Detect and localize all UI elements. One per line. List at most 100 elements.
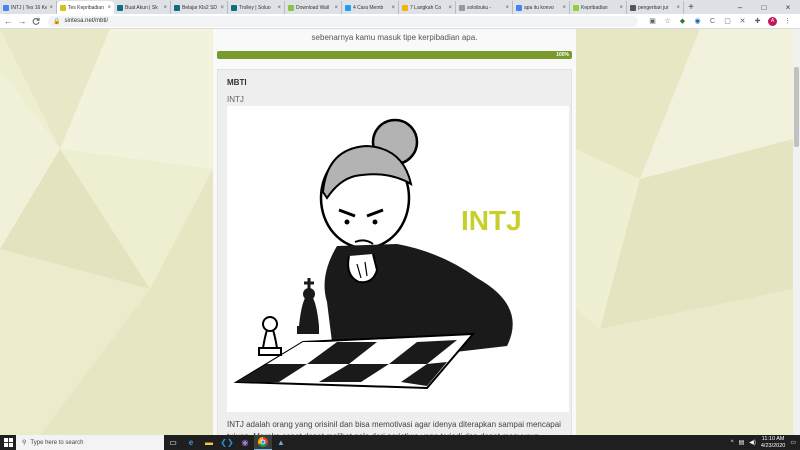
menu-kebab-icon[interactable]: ⋮ (783, 17, 792, 26)
tab-label: 7 Langkah Co (410, 4, 442, 11)
tab-label: pengertian jur (638, 4, 669, 11)
scrollbar-thumb[interactable] (794, 67, 799, 147)
tab-close-icon[interactable]: × (619, 5, 623, 11)
browser-tab[interactable]: Tes Kepribadian × (57, 1, 114, 14)
result-card: MBTI INTJ INTJ INTJ adalah orang yang or… (217, 69, 572, 435)
tab-label: Buat Akun | Sk (125, 4, 158, 11)
photos-icon[interactable]: ▲ (272, 435, 290, 450)
tab-label: 4 Cara Memb (353, 4, 384, 11)
close-window-button[interactable]: × (776, 0, 800, 14)
windows-taskbar: ⚲ Type here to search ▭ e ▬ ❮❯ ◉ ▲ ^ ▤ ◀… (0, 435, 800, 450)
browser-tab[interactable]: Belajar Kls2 SD × (171, 1, 228, 14)
minimize-button[interactable]: – (728, 0, 752, 14)
tab-favicon-icon (288, 4, 294, 11)
back-button[interactable]: ← (2, 14, 14, 28)
tab-label: soloibuku - (467, 4, 492, 11)
extension-c-icon[interactable]: C (708, 17, 717, 26)
tab-favicon-icon (60, 4, 66, 11)
address-bar[interactable]: 🔒 sintesa.net/mbti/ (48, 15, 638, 27)
extension-green-icon[interactable]: ◆ (678, 17, 687, 26)
browser-tab[interactable]: 7 Langkah Co × (399, 1, 456, 14)
clock[interactable]: 11:10 AM 4/23/2020 (761, 436, 785, 450)
tab-label: Download Wall (296, 4, 330, 11)
tab-favicon-icon (231, 4, 237, 11)
extension-x-icon[interactable]: ✕ (738, 17, 747, 26)
app-circle-icon[interactable]: ◉ (236, 435, 254, 450)
tab-close-icon[interactable]: × (505, 5, 509, 11)
extensions-area: ▣ ☆ ◆ ◉ C ▢ ✕ ✚ A ⋮ (648, 16, 792, 26)
notifications-icon[interactable]: ▭ (790, 439, 796, 446)
page-scrollbar[interactable] (793, 29, 800, 435)
clock-time: 11:10 AM (761, 435, 785, 442)
tab-close-icon[interactable]: × (49, 5, 53, 11)
browser-tab[interactable]: Kepribadian × (570, 1, 627, 14)
url-text: sintesa.net/mbti/ (64, 18, 109, 24)
profile-avatar[interactable]: A (768, 16, 777, 26)
type-description: INTJ adalah orang yang orisinil dan bisa… (227, 420, 561, 435)
tab-close-icon[interactable]: × (448, 5, 452, 11)
edge-icon[interactable]: e (182, 435, 200, 450)
tab-close-icon[interactable]: × (334, 5, 338, 11)
search-placeholder: Type here to search (30, 439, 84, 446)
extension-blue-icon[interactable]: ◉ (693, 17, 702, 26)
reload-button[interactable] (30, 14, 42, 28)
chrome-icon[interactable] (254, 435, 272, 450)
clock-date: 4/23/2020 (760, 442, 786, 449)
browser-toolbar: ← → 🔒 sintesa.net/mbti/ ▣ ☆ ◆ ◉ C ▢ ✕ ✚ … (0, 14, 800, 29)
browser-tab[interactable]: Buat Akun | Sk × (114, 1, 171, 14)
tab-close-icon[interactable]: × (163, 5, 167, 11)
browser-tab[interactable]: soloibuku - × (456, 1, 513, 14)
reload-icon (32, 17, 40, 25)
tab-close-icon[interactable]: × (562, 5, 566, 11)
tab-close-icon[interactable]: × (391, 5, 395, 11)
maximize-button[interactable]: □ (752, 0, 776, 14)
browser-tab[interactable]: Download Wall × (285, 1, 342, 14)
network-icon[interactable]: ▤ (739, 439, 745, 446)
system-tray: ^ ▤ ◀) 11:10 AM 4/23/2020 ▭ (731, 436, 800, 450)
tab-label: Tes Kepribadian (68, 4, 104, 11)
task-view-icon[interactable]: ▭ (164, 435, 182, 450)
bookmark-star-icon[interactable]: ☆ (663, 17, 672, 26)
extension-puzzle-icon[interactable]: ✚ (753, 17, 762, 26)
translate-icon[interactable]: ▣ (648, 17, 657, 26)
tab-close-icon[interactable]: × (220, 5, 224, 11)
forward-button[interactable]: → (16, 14, 28, 28)
tray-chevron-icon[interactable]: ^ (731, 440, 734, 446)
intj-label-text: INTJ (461, 205, 522, 236)
tab-close-icon[interactable]: × (107, 5, 111, 11)
browser-tab[interactable]: apa itu konvo × (513, 1, 570, 14)
browser-tab[interactable]: INTJ | Tes 16 Kep × (0, 1, 57, 14)
browser-tab[interactable]: pengertian jur × (627, 1, 684, 14)
tab-favicon-icon (459, 4, 465, 11)
vscode-icon[interactable]: ❮❯ (218, 435, 236, 450)
tab-close-icon[interactable]: × (277, 5, 281, 11)
personality-type: INTJ (227, 95, 244, 104)
file-explorer-icon[interactable]: ▬ (200, 435, 218, 450)
intro-text: sebenarnya kamu masuk tipe kerpibadian a… (311, 33, 478, 42)
card-title: MBTI (227, 78, 247, 87)
progress-fill: 100% (217, 51, 572, 59)
tab-favicon-icon (3, 4, 9, 11)
chrome-logo-icon (258, 437, 268, 447)
taskbar-search[interactable]: ⚲ Type here to search (16, 435, 164, 450)
tab-favicon-icon (174, 4, 180, 11)
tab-close-icon[interactable]: × (676, 5, 680, 11)
tab-favicon-icon (630, 4, 636, 11)
tab-strip: INTJ | Tes 16 Kep × Tes Kepribadian × Buat A… (0, 0, 800, 14)
extension-box-icon[interactable]: ▢ (723, 17, 732, 26)
web-page: sebenarnya kamu masuk tipe kerpibadian a… (0, 29, 800, 435)
search-icon: ⚲ (22, 440, 27, 446)
progress-label: 100% (556, 52, 569, 58)
browser-tab[interactable]: Trolley | Soluo × (228, 1, 285, 14)
new-tab-button[interactable]: + (684, 1, 698, 14)
tab-label: Belajar Kls2 SD (182, 4, 218, 11)
tab-favicon-icon (117, 4, 123, 11)
tab-label: Trolley | Soluo (239, 4, 271, 11)
chess-player-image: INTJ (233, 118, 522, 390)
tab-label: INTJ | Tes 16 Kep (11, 4, 48, 11)
tab-label: apa itu konvo (524, 4, 554, 11)
browser-tab[interactable]: 4 Cara Memb × (342, 1, 399, 14)
start-button[interactable] (0, 435, 16, 450)
volume-icon[interactable]: ◀) (749, 439, 756, 446)
intj-illustration: INTJ (227, 106, 569, 412)
